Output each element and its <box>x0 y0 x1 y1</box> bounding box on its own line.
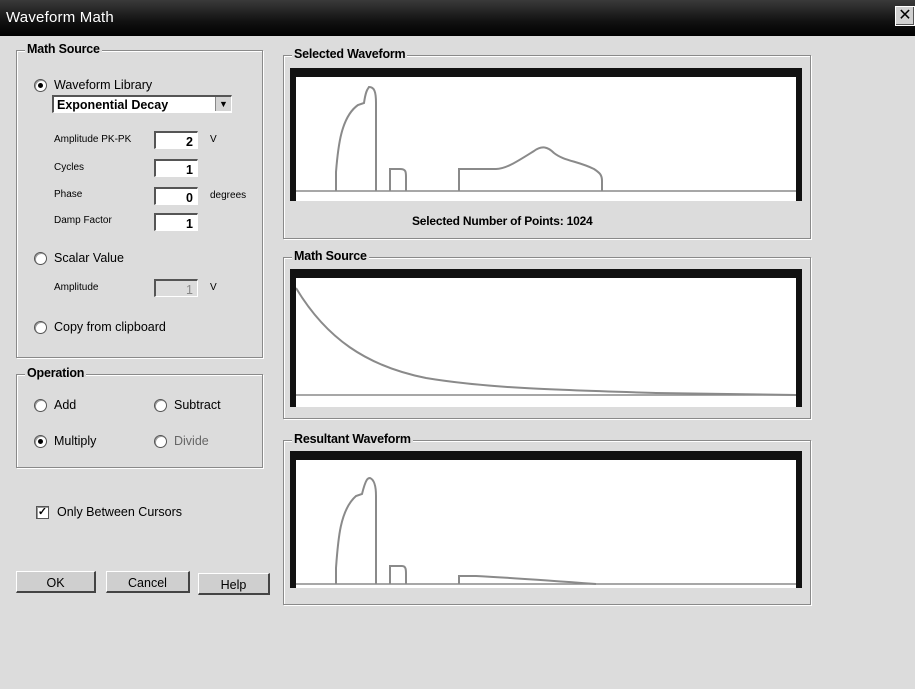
scalar-amplitude-input[interactable]: 1 <box>154 279 198 297</box>
resultant-waveform-plot <box>290 451 802 588</box>
waveform-library-select[interactable]: Exponential Decay ▼ <box>52 95 232 113</box>
amplitude-pkpk-label: Amplitude PK-PK <box>54 134 132 145</box>
resultant-waveform-group-label: Resultant Waveform <box>292 432 413 446</box>
ok-button[interactable]: OK <box>16 571 96 593</box>
scalar-value-radio[interactable]: Scalar Value <box>34 251 124 265</box>
selected-waveform-plot <box>290 68 802 201</box>
math-source-plot-group-label: Math Source <box>292 249 369 263</box>
copy-from-clipboard-radio[interactable]: Copy from clipboard <box>34 320 166 334</box>
cycles-label: Cycles <box>54 162 85 173</box>
amplitude-pkpk-input[interactable]: 2 <box>154 131 198 149</box>
window-title: Waveform Math <box>6 9 114 26</box>
radio-unselected-icon <box>34 320 47 334</box>
radio-selected-icon <box>34 78 47 92</box>
damp-factor-label: Damp Factor <box>54 215 112 226</box>
radio-selected-icon <box>34 434 47 448</box>
close-icon[interactable]: ✕ <box>895 6 915 26</box>
operation-group-label: Operation <box>25 366 87 380</box>
math-source-trace <box>296 287 796 396</box>
operation-add-label: Add <box>54 398 77 412</box>
only-between-cursors-checkbox[interactable]: ✓ Only Between Cursors <box>36 505 182 519</box>
operation-divide-label: Divide <box>174 434 209 448</box>
selected-points-text: Selected Number of Points: 1024 <box>412 214 593 228</box>
phase-input[interactable]: 0 <box>154 187 198 205</box>
operation-divide-radio[interactable]: Divide <box>154 434 209 448</box>
chevron-down-icon[interactable]: ▼ <box>215 97 231 111</box>
help-button[interactable]: Help <box>198 573 270 595</box>
title-bar: Waveform Math ✕ <box>0 0 915 36</box>
operation-multiply-label: Multiply <box>54 434 97 448</box>
amplitude-pkpk-unit: V <box>210 134 217 145</box>
operation-subtract-radio[interactable]: Subtract <box>154 398 221 412</box>
math-source-group-label: Math Source <box>25 42 102 56</box>
operation-add-radio[interactable]: Add <box>34 398 76 412</box>
resultant-waveform-trace <box>296 476 796 585</box>
cycles-input[interactable]: 1 <box>154 159 198 177</box>
operation-group: Operation <box>16 366 263 468</box>
operation-subtract-label: Subtract <box>174 398 221 412</box>
radio-unselected-icon <box>34 251 47 265</box>
only-between-cursors-label: Only Between Cursors <box>57 505 183 519</box>
damp-factor-input[interactable]: 1 <box>154 213 198 231</box>
checkmark-icon: ✓ <box>36 505 49 519</box>
radio-unselected-icon <box>154 434 167 448</box>
copy-from-clipboard-label: Copy from clipboard <box>54 320 166 334</box>
operation-multiply-radio[interactable]: Multiply <box>34 434 96 448</box>
waveform-library-radio[interactable]: Waveform Library <box>34 78 152 92</box>
scalar-amplitude-label: Amplitude <box>54 282 99 293</box>
math-source-plot <box>290 269 802 407</box>
waveform-library-value: Exponential Decay <box>57 98 169 112</box>
phase-unit: degrees <box>210 190 247 201</box>
radio-unselected-icon <box>34 398 47 412</box>
scalar-amplitude-unit: V <box>210 282 217 293</box>
waveform-library-label: Waveform Library <box>54 78 153 92</box>
cancel-button[interactable]: Cancel <box>106 571 190 593</box>
radio-unselected-icon <box>154 398 167 412</box>
phase-label: Phase <box>54 189 83 200</box>
selected-waveform-trace <box>296 85 796 192</box>
selected-waveform-group-label: Selected Waveform <box>292 47 408 61</box>
scalar-value-label: Scalar Value <box>54 251 124 265</box>
